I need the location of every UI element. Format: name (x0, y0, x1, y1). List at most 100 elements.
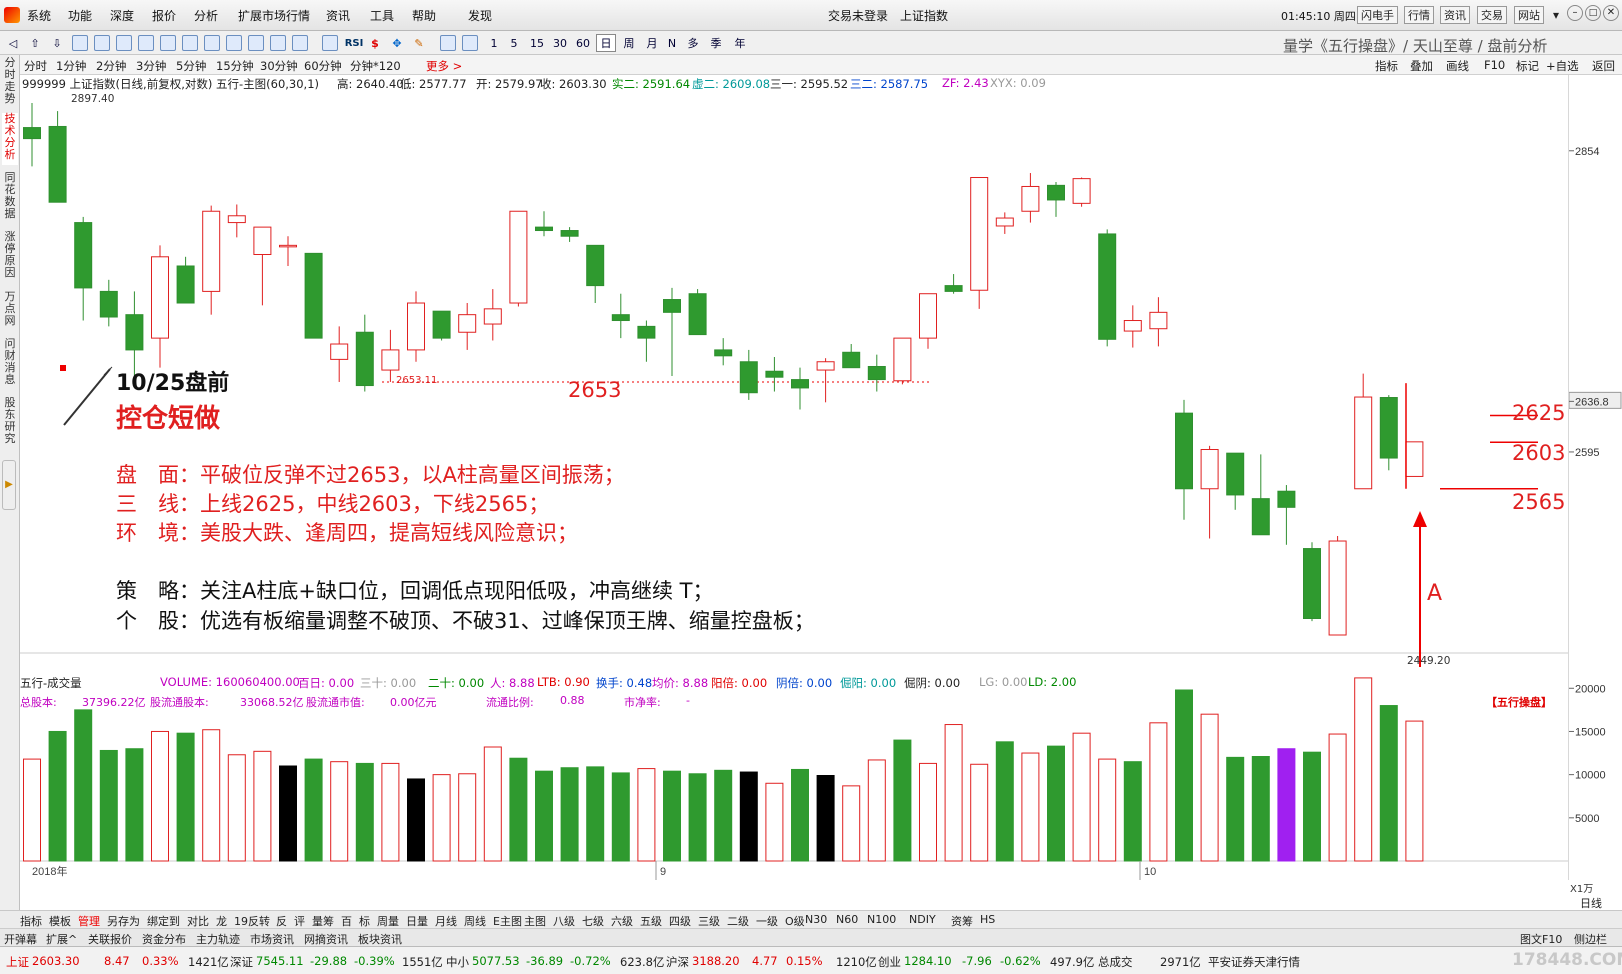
btn-mark[interactable]: 标记 (1516, 58, 1539, 74)
period-more[interactable]: 更多 > (426, 58, 462, 74)
refresh-icon[interactable] (462, 35, 478, 51)
quick-btn-news[interactable]: 资讯 (1440, 6, 1470, 24)
menu-item-function[interactable]: 功能 (68, 7, 92, 24)
indicator-tab[interactable]: 百 (341, 913, 352, 929)
fs-icon[interactable] (440, 35, 456, 51)
line-chart-icon[interactable] (116, 35, 132, 51)
indicator-tab[interactable]: 模板 (49, 913, 71, 929)
period-15min[interactable]: 15 (527, 34, 547, 52)
stats-icon[interactable] (270, 35, 286, 51)
period-month[interactable]: 月 (642, 34, 662, 52)
menu-item-help[interactable]: 帮助 (412, 7, 436, 24)
indicator-tab[interactable]: N60 (836, 913, 858, 926)
indicator-tab[interactable]: 月线 (435, 913, 457, 929)
menu-item-quote[interactable]: 报价 (152, 7, 176, 24)
indicator-tab[interactable]: 管理 (78, 913, 100, 929)
period-multi[interactable]: 多 (684, 34, 702, 52)
back-icon[interactable]: ◁ (4, 34, 22, 52)
close-icon[interactable]: ✕ (1603, 5, 1619, 21)
idx-sz-name[interactable]: 深证 (230, 954, 253, 970)
indicator-tab[interactable]: 标 (359, 913, 370, 929)
up-icon[interactable]: ⇧ (26, 34, 44, 52)
idx-zx-name[interactable]: 中小 (446, 954, 469, 970)
period-n[interactable]: N (664, 34, 680, 52)
period-week[interactable]: 周 (619, 34, 639, 52)
tab-limitup-reason[interactable]: 涨停原因 (2, 231, 18, 283)
grid-icon[interactable] (94, 35, 110, 51)
indicator-tab[interactable]: 龙 (216, 913, 227, 929)
indicator-tab[interactable]: 反 (276, 913, 287, 929)
tab-timeshare[interactable]: 分时走势 (2, 57, 18, 109)
indicator-tab[interactable]: 一级 (756, 913, 778, 929)
indicator-tab[interactable]: 周量 (377, 913, 399, 929)
period-5m[interactable]: 5分钟 (176, 58, 206, 74)
period-30m[interactable]: 30分钟 (260, 58, 298, 74)
period-year[interactable]: 年 (730, 34, 750, 52)
period-60min[interactable]: 60 (573, 34, 593, 52)
tab-technical[interactable]: 技术分析 (2, 113, 18, 165)
indicator-tab[interactable]: 指标 (20, 913, 42, 929)
sub-tab[interactable]: 市场资讯 (250, 931, 294, 947)
period-timeshare[interactable]: 分时 (24, 58, 47, 74)
sub-tab[interactable]: 资金分布 (142, 931, 186, 947)
indicator-tab[interactable]: 资筹 (951, 913, 973, 929)
btn-f10[interactable]: F10 (1484, 58, 1505, 72)
pencil-icon[interactable]: ✎ (410, 34, 428, 52)
sub-tab[interactable]: 开弹幕 (4, 931, 37, 947)
indicator-tab[interactable]: 八级 (553, 913, 575, 929)
period-120m[interactable]: 分钟*120 (350, 58, 401, 74)
period-30min[interactable]: 30 (550, 34, 570, 52)
indicator-tab[interactable]: 另存为 (107, 913, 140, 929)
f12-icon[interactable] (248, 35, 264, 51)
period-5min[interactable]: 5 (506, 34, 522, 52)
idx-sh-name[interactable]: 上证 (6, 954, 29, 970)
period-2m[interactable]: 2分钟 (96, 58, 126, 74)
wave-icon[interactable] (322, 35, 338, 51)
sub-tab[interactable]: 网摘资讯 (304, 931, 348, 947)
move-icon[interactable]: ✥ (388, 34, 406, 52)
calc-icon[interactable] (226, 35, 242, 51)
indicator-tab[interactable]: 19反转 (234, 913, 270, 929)
quick-btn-website[interactable]: 网站 (1514, 6, 1544, 24)
btn-add-watch[interactable]: +自选 (1546, 58, 1579, 74)
quick-btn-lightning[interactable]: 闪电手 (1357, 6, 1398, 24)
dollar-icon[interactable]: $ (367, 34, 383, 52)
indicator-tab[interactable]: 六级 (611, 913, 633, 929)
indicator-tab[interactable]: 绑定到 (147, 913, 180, 929)
kline-icon[interactable] (138, 35, 154, 51)
indicator-tab[interactable]: 评 (294, 913, 305, 929)
indicator-tab[interactable]: 日量 (406, 913, 428, 929)
period-1m[interactable]: 1分钟 (56, 58, 86, 74)
indicator-tab[interactable]: NDIY (909, 913, 936, 926)
sub-tab[interactable]: 关联报价 (88, 931, 132, 947)
indicator-tab[interactable]: 三级 (698, 913, 720, 929)
help-icon[interactable] (292, 35, 308, 51)
btn-overlay[interactable]: 叠加 (1410, 58, 1433, 74)
sub-tab[interactable]: 板块资讯 (358, 931, 402, 947)
period-1min[interactable]: 1 (486, 34, 502, 52)
idx-cy-name[interactable]: 创业 (878, 954, 901, 970)
f10-panel-toggle[interactable]: 图文F10 (1520, 931, 1562, 947)
indicator-tab[interactable]: 五级 (640, 913, 662, 929)
indicator-tab[interactable]: E主图 (493, 913, 522, 929)
down-icon[interactable]: ⇩ (48, 34, 66, 52)
btn-draw[interactable]: 画线 (1446, 58, 1469, 74)
sub-tab[interactable]: 主力轨迹 (196, 931, 240, 947)
login-status[interactable]: 交易未登录 (828, 7, 888, 24)
menu-item-system[interactable]: 系统 (27, 7, 51, 24)
menu-item-news[interactable]: 资讯 (326, 7, 350, 24)
btn-return[interactable]: 返回 (1592, 58, 1615, 74)
sidebar-toggle[interactable]: 侧边栏 (1574, 931, 1607, 947)
indicator-tab[interactable]: 七级 (582, 913, 604, 929)
indicator-tab[interactable]: HS (980, 913, 995, 926)
idx-hs-name[interactable]: 沪深 (666, 954, 689, 970)
period-day[interactable]: 日 (596, 34, 616, 52)
indicator-tab[interactable]: N100 (867, 913, 896, 926)
window-menu-icon[interactable]: ▾ (1553, 8, 1559, 22)
period-quarter[interactable]: 季 (706, 34, 726, 52)
menu-item-extended-market[interactable]: 扩展市场行情 (238, 7, 310, 24)
tab-wandian[interactable]: 万点网 (2, 291, 18, 331)
minimize-icon[interactable]: – (1567, 5, 1583, 21)
menu-item-depth[interactable]: 深度 (110, 7, 134, 24)
indicator-tab[interactable]: 周线 (464, 913, 486, 929)
